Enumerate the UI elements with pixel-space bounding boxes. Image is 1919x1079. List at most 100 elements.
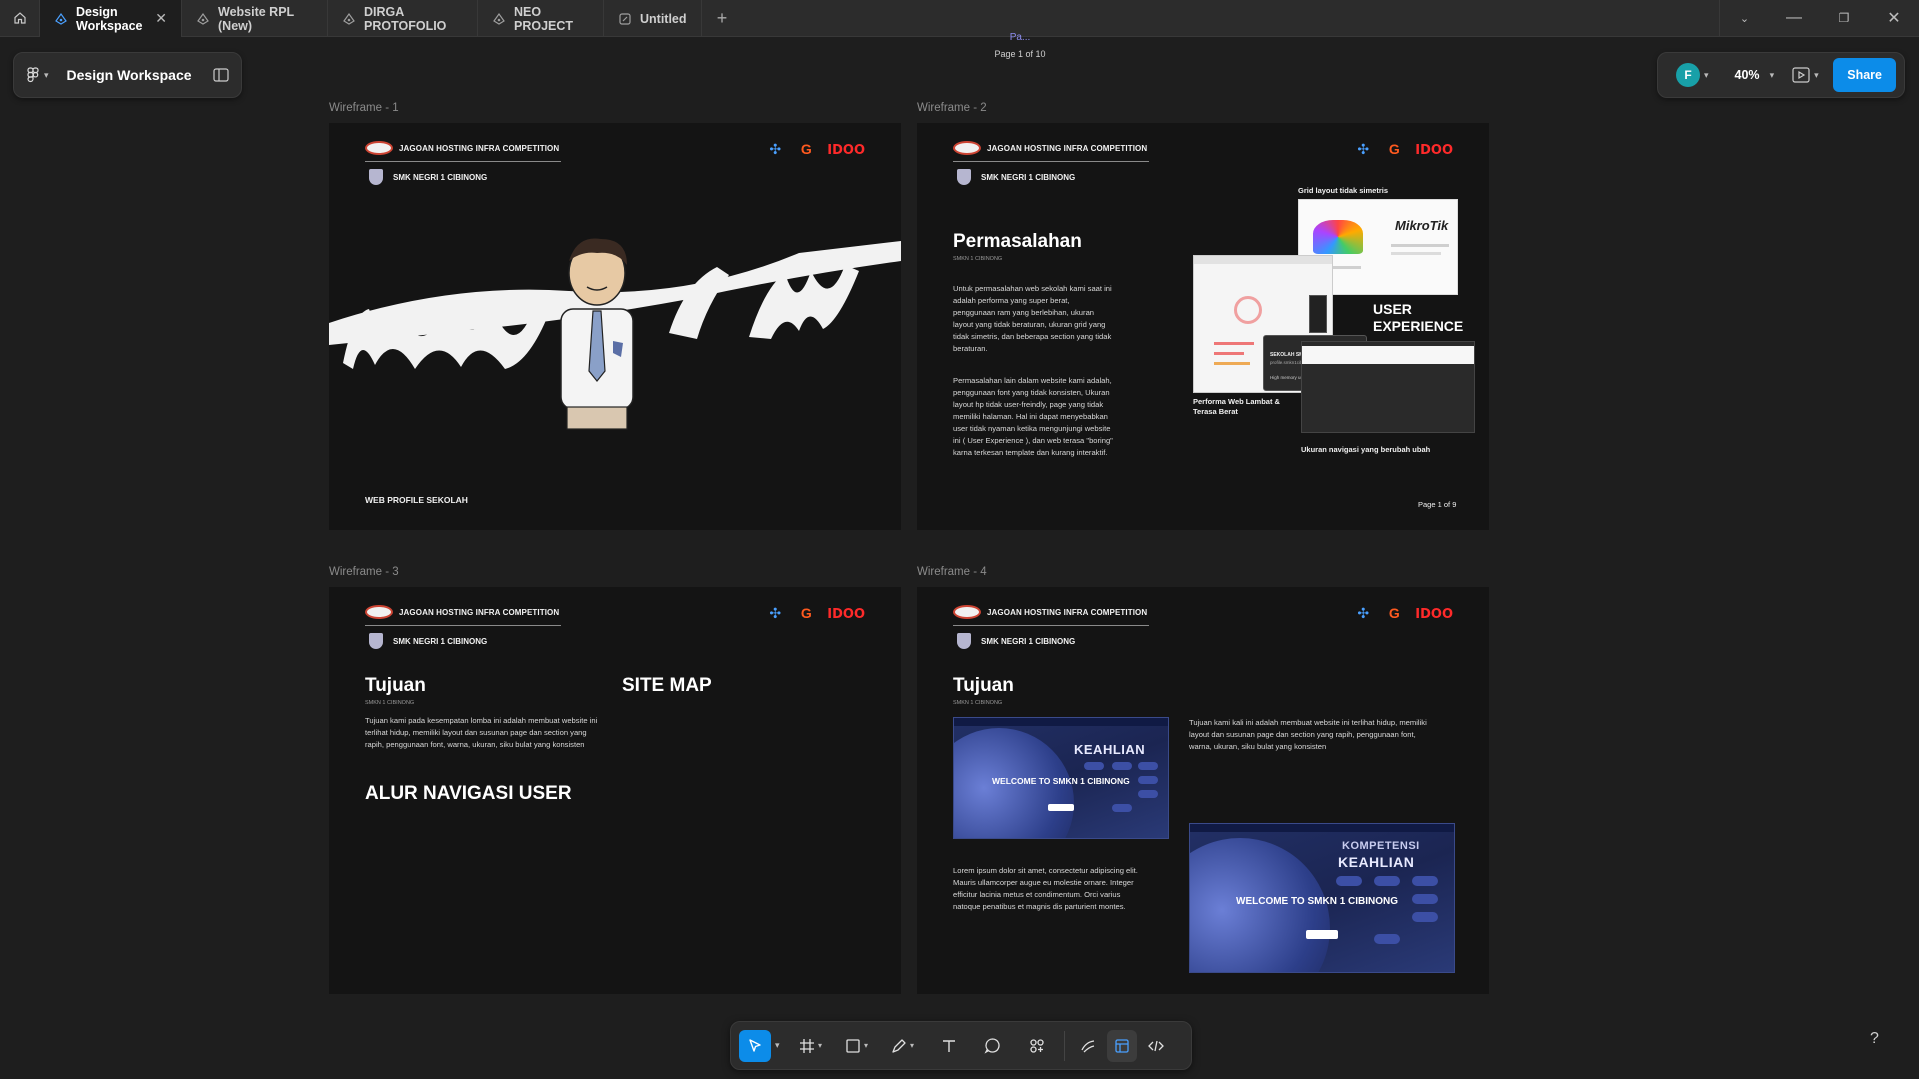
frame-label[interactable]: Wireframe - 3 bbox=[329, 566, 399, 578]
annotation-performance: Performa Web Lambat & Terasa Berat bbox=[1193, 397, 1280, 416]
wireframe-3[interactable]: JAGOAN HOSTING INFRA COMPETITION SMK NEG… bbox=[329, 587, 901, 994]
minimize-button[interactable]: — bbox=[1769, 0, 1819, 36]
close-icon: ✕ bbox=[1887, 10, 1901, 27]
pill bbox=[1112, 804, 1132, 812]
zoom-level: 40% bbox=[1734, 68, 1760, 82]
file-menu-panel: ▾ Design Workspace bbox=[13, 52, 242, 98]
multiplayer-button[interactable]: F ▾ bbox=[1676, 63, 1709, 87]
sponsor-logo-icon: ✣ bbox=[1357, 605, 1370, 621]
chevron-down-icon: ▾ bbox=[44, 69, 49, 80]
student-character-graphic bbox=[560, 238, 634, 430]
cursor-icon bbox=[749, 1038, 761, 1052]
move-tool[interactable] bbox=[739, 1029, 771, 1062]
chevron-down-icon: ▾ bbox=[818, 1041, 823, 1050]
main-menu-button[interactable]: ▾ bbox=[26, 67, 49, 83]
sponsor-logo-icon: ✣ bbox=[1357, 141, 1370, 157]
competition-name: JAGOAN HOSTING INFRA COMPETITION bbox=[987, 607, 1148, 617]
jagoan-logo-icon bbox=[953, 605, 981, 619]
text-placeholder bbox=[1391, 244, 1449, 247]
actions-tool[interactable] bbox=[1022, 1030, 1052, 1062]
sitemap-heading: SITE MAP bbox=[622, 675, 712, 696]
frame-label[interactable]: Wireframe - 1 bbox=[329, 102, 399, 114]
design-file-icon bbox=[54, 12, 68, 26]
screenshot-navigation bbox=[1301, 341, 1475, 433]
keahlian-heading: KEAHLIAN bbox=[1338, 854, 1415, 870]
tab-untitled[interactable]: Untitled bbox=[604, 0, 702, 37]
phone-screenshot bbox=[1309, 295, 1327, 333]
draw-icon bbox=[1080, 1039, 1094, 1052]
school-name: SMK NEGRI 1 CIBINONG bbox=[981, 172, 1076, 182]
metric-bar bbox=[1214, 362, 1250, 365]
frame-label[interactable]: Wireframe - 4 bbox=[917, 566, 987, 578]
tab-list-button[interactable]: ⌄ bbox=[1719, 0, 1769, 36]
home-button[interactable] bbox=[0, 0, 40, 36]
sponsor-logos: ✣ G IDOO bbox=[1353, 605, 1453, 623]
school-name: SMK NEGRI 1 CIBINONG bbox=[981, 636, 1076, 646]
pill bbox=[1412, 912, 1438, 922]
sponsor-logo-icon: G bbox=[1388, 141, 1400, 157]
file-title[interactable]: Design Workspace bbox=[67, 67, 192, 83]
page-indicator[interactable]: Pa... Page 1 of 10 bbox=[980, 32, 1060, 59]
sponsor-logo: IDOO bbox=[827, 142, 865, 158]
draw-mode-toggle[interactable] bbox=[1073, 1030, 1103, 1062]
zoom-dropdown[interactable]: 40% ▾ bbox=[1725, 60, 1785, 90]
chevron-down-icon: ⌄ bbox=[1739, 12, 1750, 25]
school-shield-icon bbox=[369, 169, 383, 185]
welcome-heading: WELCOME TO SMKN 1 CIBINONG bbox=[992, 776, 1130, 786]
page-name: Pa... bbox=[1009, 32, 1031, 43]
design-file-icon bbox=[492, 12, 506, 26]
minimize-icon: — bbox=[1786, 9, 1802, 26]
text-tool[interactable] bbox=[934, 1030, 964, 1062]
chevron-down-icon: ▾ bbox=[910, 1041, 915, 1050]
avatar: F bbox=[1676, 63, 1700, 87]
welcome-heading: WELCOME TO SMKN 1 CIBINONG bbox=[1236, 896, 1399, 907]
comment-tool[interactable] bbox=[978, 1030, 1008, 1062]
tab-design-workspace[interactable]: Design Workspace ✕ bbox=[40, 0, 182, 37]
chevron-down-icon[interactable]: ▾ bbox=[775, 1040, 780, 1051]
plus-icon: + bbox=[716, 7, 728, 28]
jagoan-logo-icon bbox=[365, 605, 393, 619]
wireframe-1[interactable]: JAGOAN HOSTING INFRA COMPETITION SMK NEG… bbox=[329, 123, 901, 530]
wireframe-2[interactable]: JAGOAN HOSTING INFRA COMPETITION SMK NEG… bbox=[917, 123, 1489, 530]
page-number: Page 1 of 9 bbox=[1418, 500, 1457, 509]
present-button[interactable]: ▾ bbox=[1792, 67, 1819, 83]
sponsor-logo-icon: G bbox=[800, 605, 812, 621]
text-placeholder bbox=[1391, 252, 1441, 255]
tab-label: Design Workspace bbox=[76, 4, 143, 33]
metric-bar bbox=[1214, 342, 1254, 345]
figma-logo-icon bbox=[27, 67, 39, 83]
website-screenshot-2: KOMPETENSI KEAHLIAN WELCOME TO SMKN 1 CI… bbox=[1189, 823, 1455, 973]
goal-paragraph: Tujuan kami kali ini adalah membuat webs… bbox=[1189, 718, 1427, 751]
pill bbox=[1412, 876, 1438, 886]
help-button[interactable]: ? bbox=[1870, 1030, 1879, 1048]
wireframe-4[interactable]: JAGOAN HOSTING INFRA COMPETITION SMK NEG… bbox=[917, 587, 1489, 994]
pen-icon bbox=[892, 1038, 906, 1053]
dev-mode-toggle[interactable] bbox=[1141, 1030, 1171, 1062]
tab-dirga-protofolio[interactable]: DIRGA PROTOFOLIO bbox=[328, 0, 478, 37]
restore-icon: ❐ bbox=[1838, 11, 1850, 25]
section-subheading: SMKN 1 CIBINONG bbox=[365, 700, 415, 706]
sponsor-logo-icon: G bbox=[1388, 605, 1400, 621]
lorem-paragraph: Lorem ipsum dolor sit amet, consectetur … bbox=[953, 866, 1138, 911]
shape-tool[interactable]: ▾ bbox=[842, 1030, 872, 1062]
pill bbox=[1412, 894, 1438, 904]
figjam-file-icon bbox=[618, 12, 632, 26]
close-icon[interactable]: ✕ bbox=[155, 10, 167, 27]
maximize-button[interactable]: ❐ bbox=[1819, 0, 1869, 36]
section-subheading: SMKN 1 CIBINONG bbox=[953, 700, 1003, 706]
problem-paragraph-1: Untuk permasalahan web sekolah kami saat… bbox=[953, 284, 1112, 353]
new-tab-button[interactable]: + bbox=[702, 0, 742, 36]
pen-tool[interactable]: ▾ bbox=[888, 1030, 918, 1062]
frame-label[interactable]: Wireframe - 2 bbox=[917, 102, 987, 114]
share-button[interactable]: Share bbox=[1833, 58, 1896, 92]
pill bbox=[1374, 934, 1400, 944]
frame-tool[interactable]: ▾ bbox=[796, 1030, 826, 1062]
toggle-sidebar-button[interactable] bbox=[213, 68, 229, 82]
tab-neo-project[interactable]: NEO PROJECT bbox=[478, 0, 604, 37]
chevron-down-icon: ▾ bbox=[1814, 69, 1819, 80]
tab-website-rpl[interactable]: Website RPL (New) bbox=[182, 0, 328, 37]
design-mode-toggle[interactable] bbox=[1106, 1029, 1137, 1062]
play-icon bbox=[1792, 67, 1810, 83]
divider bbox=[1063, 1030, 1065, 1061]
close-window-button[interactable]: ✕ bbox=[1869, 0, 1919, 36]
